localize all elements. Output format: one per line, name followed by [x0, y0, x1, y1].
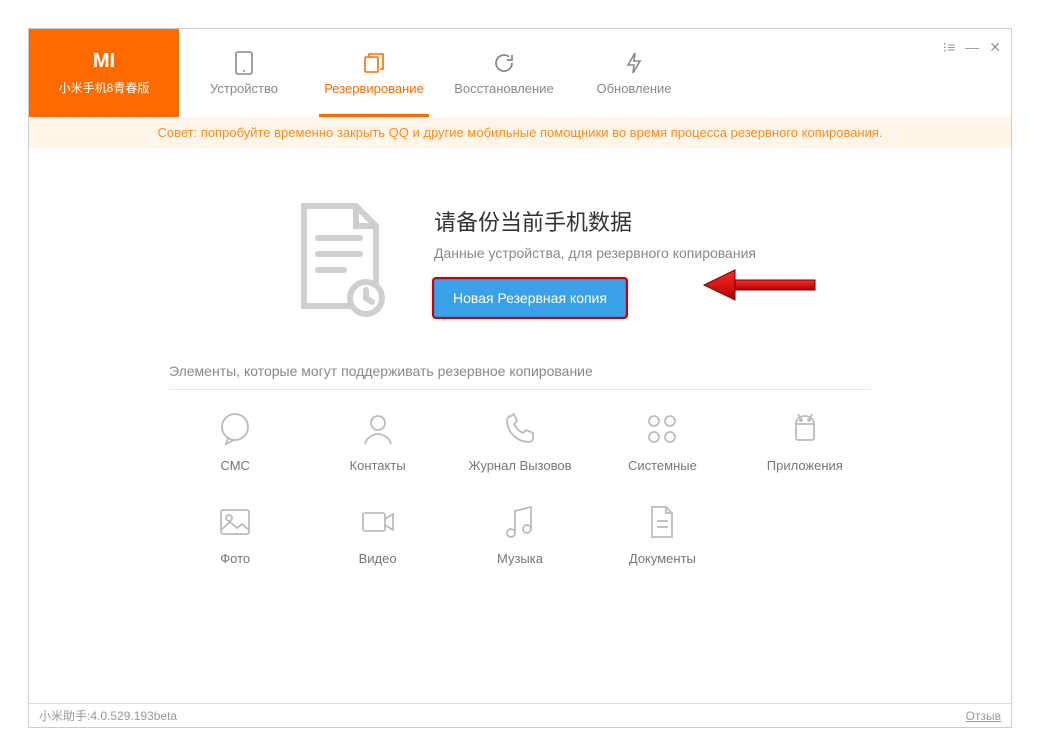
video-icon: [357, 501, 399, 543]
tabs: Устройство Резервирование Восстановление…: [179, 29, 699, 117]
tab-restore[interactable]: Восстановление: [439, 29, 569, 117]
minimize-icon[interactable]: —: [965, 39, 979, 56]
category-label: Журнал Вызовов: [468, 458, 571, 473]
content: 请备份当前手机数据 Данные устройства, для резервн…: [29, 148, 1011, 703]
category-music[interactable]: Музыка: [454, 501, 586, 566]
category-label: Системные: [628, 458, 697, 473]
hero-subtitle: Данные устройства, для резервного копиро…: [434, 245, 756, 261]
music-icon: [499, 501, 541, 543]
flash-icon: [622, 51, 646, 75]
tablet-icon: [232, 51, 256, 75]
section-label: Элементы, которые могут поддерживать рез…: [169, 363, 871, 379]
tab-backup[interactable]: Резервирование: [309, 29, 439, 117]
tab-label: Обновление: [596, 81, 671, 96]
restore-icon: [492, 51, 516, 75]
category-apps[interactable]: Приложения: [739, 408, 871, 473]
device-name: 小米手机8青春版: [59, 79, 150, 96]
category-photo[interactable]: Фото: [169, 501, 301, 566]
category-label: Контакты: [350, 458, 406, 473]
copy-icon: [362, 51, 386, 75]
tab-update[interactable]: Обновление: [569, 29, 699, 117]
category-docs[interactable]: Документы: [596, 501, 728, 566]
device-tile[interactable]: MI 小米手机8青春版: [29, 29, 179, 117]
window-controls: ⁝≡ — ✕: [943, 39, 1001, 56]
tab-device[interactable]: Устройство: [179, 29, 309, 117]
category-label: СМС: [220, 458, 249, 473]
menu-icon[interactable]: ⁝≡: [943, 39, 956, 56]
category-grid: СМС Контакты Журнал Вызовов Системные Пр…: [169, 408, 871, 566]
mi-logo: MI: [93, 50, 115, 73]
divider: [169, 389, 871, 390]
category-system[interactable]: Системные: [596, 408, 728, 473]
category-label: Музыка: [497, 551, 543, 566]
person-icon: [357, 408, 399, 450]
category-sms[interactable]: СМС: [169, 408, 301, 473]
category-label: Фото: [220, 551, 250, 566]
tab-label: Восстановление: [454, 81, 553, 96]
grid-icon: [641, 408, 683, 450]
titlebar: MI 小米手机8青春版 Устройство Резервирование: [29, 29, 1011, 117]
category-calllog[interactable]: Журнал Вызовов: [454, 408, 586, 473]
chat-icon: [214, 408, 256, 450]
app-window: MI 小米手机8青春版 Устройство Резервирование: [28, 28, 1012, 728]
close-icon[interactable]: ✕: [989, 39, 1001, 56]
image-icon: [214, 501, 256, 543]
category-label: Документы: [629, 551, 696, 566]
hero-text: 请备份当前手机数据 Данные устройства, для резервн…: [434, 205, 756, 317]
category-contacts[interactable]: Контакты: [311, 408, 443, 473]
version-label: 小米助手:4.0.529.193beta: [39, 707, 177, 724]
hero-title: 请备份当前手机数据: [434, 205, 756, 237]
notice-bar: Совет: попробуйте временно закрыть QQ и …: [29, 117, 1011, 148]
document-icon: [641, 501, 683, 543]
phone-icon: [499, 408, 541, 450]
tab-label: Резервирование: [324, 81, 424, 96]
document-clock-icon: [284, 198, 394, 323]
hero: 请备份当前手机数据 Данные устройства, для резервн…: [169, 198, 871, 323]
new-backup-button[interactable]: Новая Резервная копия: [434, 279, 626, 317]
category-label: Видео: [359, 551, 397, 566]
android-icon: [784, 408, 826, 450]
category-label: Приложения: [767, 458, 843, 473]
feedback-link[interactable]: Отзыв: [966, 709, 1001, 723]
statusbar: 小米助手:4.0.529.193beta Отзыв: [29, 703, 1011, 727]
tab-label: Устройство: [210, 81, 278, 96]
category-video[interactable]: Видео: [311, 501, 443, 566]
